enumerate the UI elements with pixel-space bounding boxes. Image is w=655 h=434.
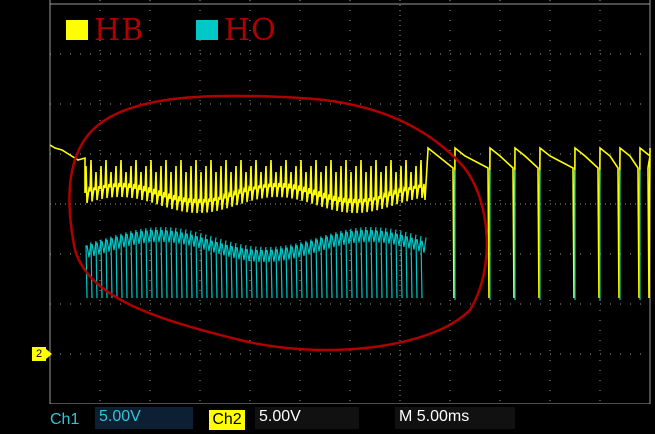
- ch2-label[interactable]: Ch2: [209, 410, 245, 430]
- hb-swatch: [66, 20, 88, 40]
- legend-hb: HB: [66, 12, 145, 48]
- ho-swatch: [196, 20, 218, 40]
- hb-trace: [49, 144, 651, 299]
- ho-trace: [85, 170, 641, 300]
- time-scale[interactable]: M 5.00ms: [395, 407, 515, 429]
- legend-ho: HO: [196, 12, 277, 48]
- ch1-label[interactable]: Ch1: [50, 410, 79, 430]
- ch2-scale[interactable]: 5.00V: [255, 407, 359, 429]
- hb-label: HB: [94, 12, 145, 48]
- annotation-ellipse: [68, 94, 489, 352]
- ch1-scale[interactable]: 5.00V: [95, 407, 193, 429]
- oscilloscope-display: [49, 0, 651, 405]
- ch2-ground-marker[interactable]: 2: [32, 347, 52, 361]
- ho-label: HO: [224, 12, 277, 48]
- waveform-traces: [49, 144, 651, 300]
